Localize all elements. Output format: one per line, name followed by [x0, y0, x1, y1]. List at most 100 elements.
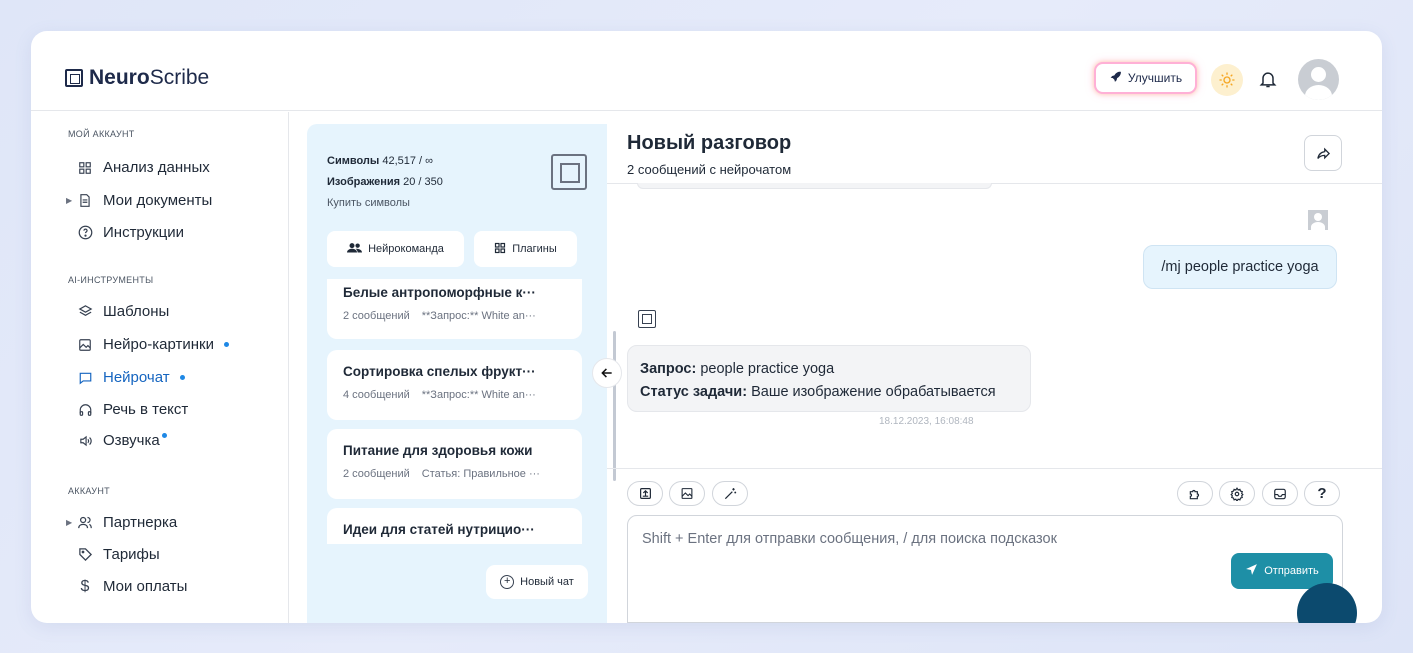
inbox-icon[interactable] [1262, 481, 1298, 506]
chat-item-preview: Статья: Правильное ··· [421, 468, 540, 480]
upgrade-label: Улучшить [1127, 71, 1183, 85]
sidebar-item-my-payments[interactable]: $ Мои оплаты [77, 577, 188, 596]
sidebar-item-label: Речь в текст [103, 401, 189, 418]
sidebar-item-label: Нейрочат [103, 369, 170, 386]
bot-logo-icon [638, 310, 656, 328]
share-icon[interactable] [1304, 135, 1342, 171]
new-chat-label: Новый чат [520, 576, 574, 588]
sidebar: МОЙ АККАУНТ Анализ данных ▶ Мои документ… [31, 112, 289, 623]
query-label: Запрос: [640, 361, 697, 377]
bot-message-bubble: Запрос: people practice yoga Статус зада… [627, 345, 1031, 412]
grid-icon [77, 160, 93, 176]
chat-item-title: Сортировка спелых фрукт··· [343, 364, 536, 379]
chat-item-title: Питание для здоровья кожи [343, 443, 533, 458]
puzzle-icon[interactable] [1177, 481, 1213, 506]
dollar-icon: $ [80, 577, 90, 595]
sidebar-item-templates[interactable]: Шаблоны [77, 303, 169, 320]
tag-icon [77, 547, 93, 563]
logo-regular: Scribe [149, 66, 210, 89]
chevron-right-icon[interactable]: ▶ [66, 518, 72, 527]
logo-icon [551, 154, 587, 190]
chat-item-preview: **Запрос:** White an··· [421, 389, 536, 401]
plus-circle-icon: + [500, 575, 515, 589]
sidebar-item-my-documents[interactable]: Мои документы [77, 192, 212, 209]
sidebar-item-neuro-images[interactable]: Нейро-картинки [77, 336, 229, 353]
logo[interactable]: NeuroScribe [65, 66, 209, 90]
logo-icon [65, 69, 83, 87]
chat-list-item[interactable]: Питание для здоровья кожи 2 сообщений Ста… [327, 429, 582, 499]
chat-item-count: 2 сообщений [343, 310, 410, 322]
message-input-placeholder: Shift + Enter для отправки сообщения, / … [642, 531, 1057, 547]
chat-list-item[interactable]: Сортировка спелых фрукт··· 4 сообщений **… [327, 350, 582, 420]
section-title-ai-tools: AI-ИНСТРУМЕНТЫ [68, 275, 154, 285]
upload-icon[interactable] [627, 481, 663, 506]
sidebar-item-tariffs[interactable]: Тарифы [77, 546, 160, 563]
sidebar-item-neurochat[interactable]: Нейрочат [77, 369, 185, 386]
section-title-my-account: МОЙ АККАУНТ [68, 129, 135, 139]
logo-bold: Neuro [89, 66, 150, 89]
sidebar-item-label: Нейро-картинки [103, 336, 214, 353]
images-label: Изображения [327, 176, 401, 188]
grid-icon [494, 242, 506, 257]
message-timestamp: 18.12.2023, 16:08:48 [879, 416, 974, 427]
sidebar-item-label: Партнерка [103, 514, 178, 531]
magic-wand-icon[interactable] [712, 481, 748, 506]
user-avatar[interactable] [1298, 59, 1339, 100]
previous-message-bubble [637, 183, 992, 189]
send-label: Отправить [1264, 565, 1319, 577]
chevron-right-icon[interactable]: ▶ [66, 196, 72, 205]
symbols-value: 42,517 / ∞ [382, 155, 434, 167]
app-window: NeuroScribe Улучшить МОЙ АККАУНТ Анализ … [31, 31, 1382, 623]
symbols-label: Символы [327, 155, 380, 167]
chat-area: Новый разговор 2 сообщений с нейрочатом … [607, 124, 1382, 623]
images-value: 20 / 350 [403, 176, 443, 188]
upgrade-button[interactable]: Улучшить [1094, 62, 1197, 94]
chat-icon [77, 370, 93, 386]
status-label: Статус задачи: [640, 384, 748, 400]
team-icon [347, 242, 363, 256]
settings-gear-icon[interactable] [1219, 481, 1255, 506]
sidebar-item-partner[interactable]: Партнерка [77, 514, 177, 531]
new-chat-button[interactable]: + Новый чат [486, 565, 588, 599]
buy-symbols-link[interactable]: Купить символы [327, 193, 443, 214]
status-value: Ваше изображение обрабатывается [751, 384, 996, 400]
user-avatar-small [1308, 210, 1328, 232]
question-icon [77, 225, 93, 241]
sidebar-item-instructions[interactable]: Инструкции [77, 224, 184, 241]
chat-list-panel: Символы 42,517 / ∞ Изображения 20 / 350 … [307, 124, 607, 623]
speaker-icon [77, 433, 93, 449]
layers-icon [77, 304, 93, 320]
image-icon [77, 337, 93, 353]
sidebar-item-label: Тарифы [103, 546, 160, 563]
chat-list-item[interactable]: Белые антропоморфные к··· 2 сообщений **З… [327, 279, 582, 339]
user-message-bubble: /mj people practice yoga [1143, 245, 1337, 289]
message-input[interactable]: Shift + Enter для отправки сообщения, / … [627, 515, 1343, 623]
sidebar-item-label: Анализ данных [103, 159, 210, 176]
divider [607, 468, 1382, 469]
query-value: people practice yoga [700, 361, 835, 377]
help-button[interactable]: ? [1304, 481, 1340, 506]
sidebar-item-data-analysis[interactable]: Анализ данных [77, 159, 210, 176]
sidebar-item-speech-to-text[interactable]: Речь в текст [77, 401, 188, 418]
image-icon[interactable] [669, 481, 705, 506]
chat-item-title: Идеи для статей нутрицио··· [343, 522, 535, 537]
neuro-team-label: Нейрокоманда [368, 243, 444, 255]
headphones-icon [77, 402, 93, 418]
collapse-panel-arrow-icon[interactable] [592, 358, 622, 388]
plugins-button[interactable]: Плагины [474, 231, 577, 267]
new-badge-dot [161, 433, 167, 438]
document-icon [77, 193, 93, 209]
conversation-subtitle: 2 сообщений с нейрочатом [627, 162, 792, 177]
chat-list-item[interactable]: Идеи для статей нутрицио··· [327, 508, 582, 544]
sidebar-item-label: Мои оплаты [103, 578, 188, 595]
usage-stats: Символы 42,517 / ∞ Изображения 20 / 350 … [327, 151, 443, 214]
theme-toggle-sun-icon[interactable] [1211, 64, 1243, 96]
neuro-team-button[interactable]: Нейрокоманда [327, 231, 464, 267]
conversation-title: Новый разговор [627, 132, 792, 154]
top-bar: NeuroScribe Улучшить [31, 31, 1382, 111]
new-badge-dot [223, 342, 229, 347]
chat-item-preview: **Запрос:** White an··· [421, 310, 536, 322]
bell-icon[interactable] [1256, 67, 1280, 91]
section-title-account: АККАУНТ [68, 486, 110, 496]
sidebar-item-voiceover[interactable]: Озвучка [77, 432, 167, 449]
